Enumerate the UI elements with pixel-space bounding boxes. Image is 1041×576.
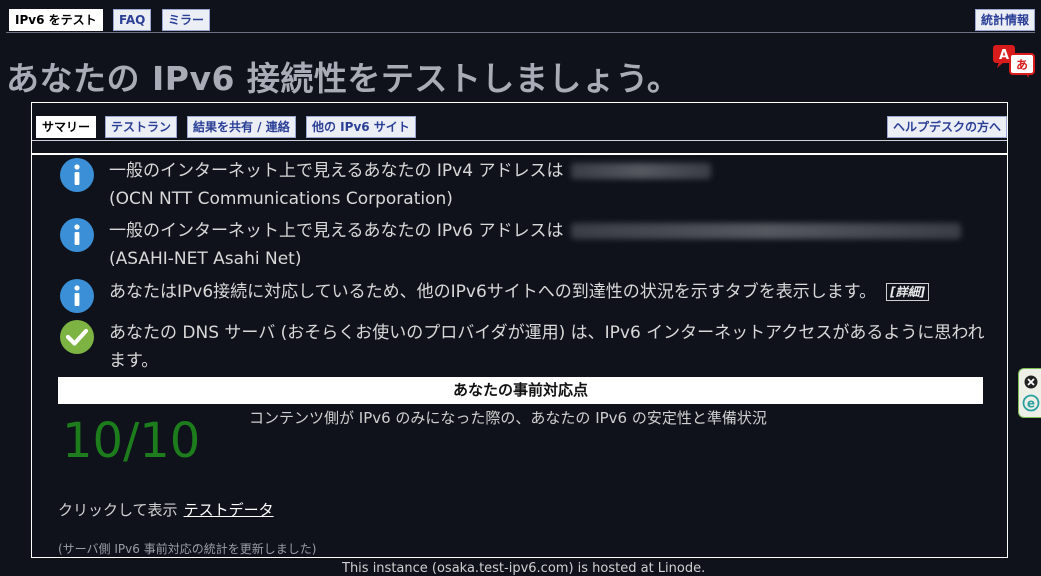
click-to-show: クリックして表示 テストデータ	[58, 499, 274, 520]
readiness-description: コンテンツ側が IPv6 のみになった際の、あなたの IPv6 の安定性と準備状…	[249, 409, 767, 427]
status-text-dns: あなたの DNS サーバ (おそらくお使いのプロバイダが運用) は、IPv6 イ…	[109, 319, 989, 375]
info-icon	[60, 218, 94, 252]
close-icon[interactable]	[1024, 375, 1038, 389]
subtab-other-sites[interactable]: 他の IPv6 サイト	[306, 116, 416, 138]
language-latin-glyph: A	[999, 48, 1009, 63]
status-text-ipv6: 一般のインターネット上で見えるあなたの IPv6 アドレスは (ASAHI-NE…	[109, 217, 989, 273]
readiness-heading: あなたの事前対応点	[58, 377, 983, 404]
details-link[interactable]: [詳細]	[886, 283, 930, 301]
subtab-test-run[interactable]: テストラン	[105, 116, 178, 138]
stats-update-note: (サーバ側 IPv6 事前対応の統計を更新しました)	[58, 542, 317, 556]
click-to-show-label: クリックして表示	[58, 501, 178, 519]
status-text-ipv4: 一般のインターネット上で見えるあなたの IPv4 アドレスは (OCN NTT …	[109, 157, 989, 213]
tab-divider	[32, 140, 1007, 141]
language-translate-icon[interactable]: A あ	[991, 43, 1037, 79]
page-title: あなたの IPv6 接続性をテストしましょう。	[6, 59, 681, 98]
subtab-summary[interactable]: サマリー	[36, 116, 97, 138]
readiness-score: 10/10	[62, 413, 201, 469]
info-icon	[60, 279, 94, 313]
svg-text:e: e	[1027, 397, 1035, 411]
ipv4-isp: (OCN NTT Communications Corporation)	[109, 189, 453, 209]
ipv6-isp: (ASAHI-NET Asahi Net)	[109, 249, 302, 269]
tabs-info-message: あなたはIPv6接続に対応しているため、他のIPv6サイトへの到達性の状況を示す…	[109, 282, 877, 302]
ipv6-message: 一般のインターネット上で見えるあなたの IPv6 アドレスは	[109, 221, 564, 241]
tab-divider-strong	[32, 153, 1007, 155]
subtab-share[interactable]: 結果を共有 / 連絡	[187, 116, 296, 138]
check-icon	[60, 320, 94, 354]
footer-hosting-note: This instance (osaka.test-ipv6.com) is h…	[342, 561, 706, 576]
side-widget[interactable]: e	[1018, 368, 1041, 418]
tab-stats[interactable]: 統計情報	[975, 9, 1036, 31]
language-kana-glyph: あ	[1016, 58, 1028, 72]
nav-divider	[6, 32, 1035, 33]
test-data-link[interactable]: テストデータ	[184, 501, 274, 519]
e-icon[interactable]: e	[1022, 394, 1040, 412]
ipv6-address-redacted	[571, 223, 962, 239]
info-icon	[60, 158, 94, 192]
results-panel: サマリー テストラン 結果を共有 / 連絡 他の IPv6 サイト ヘルプデスク…	[31, 102, 1008, 558]
tab-mirror[interactable]: ミラー	[162, 9, 211, 31]
ipv4-address-redacted	[571, 163, 712, 179]
tab-faq[interactable]: FAQ	[113, 9, 152, 31]
subtab-helpdesk[interactable]: ヘルプデスクの方へ	[887, 116, 1008, 138]
dns-message: あなたの DNS サーバ (おそらくお使いのプロバイダが運用) は、IPv6 イ…	[109, 323, 985, 371]
ipv4-message: 一般のインターネット上で見えるあなたの IPv4 アドレスは	[109, 161, 564, 181]
status-text-tabs-info: あなたはIPv6接続に対応しているため、他のIPv6サイトへの到達性の状況を示す…	[109, 278, 989, 306]
tab-ipv6-test[interactable]: IPv6 をテスト	[9, 9, 103, 31]
